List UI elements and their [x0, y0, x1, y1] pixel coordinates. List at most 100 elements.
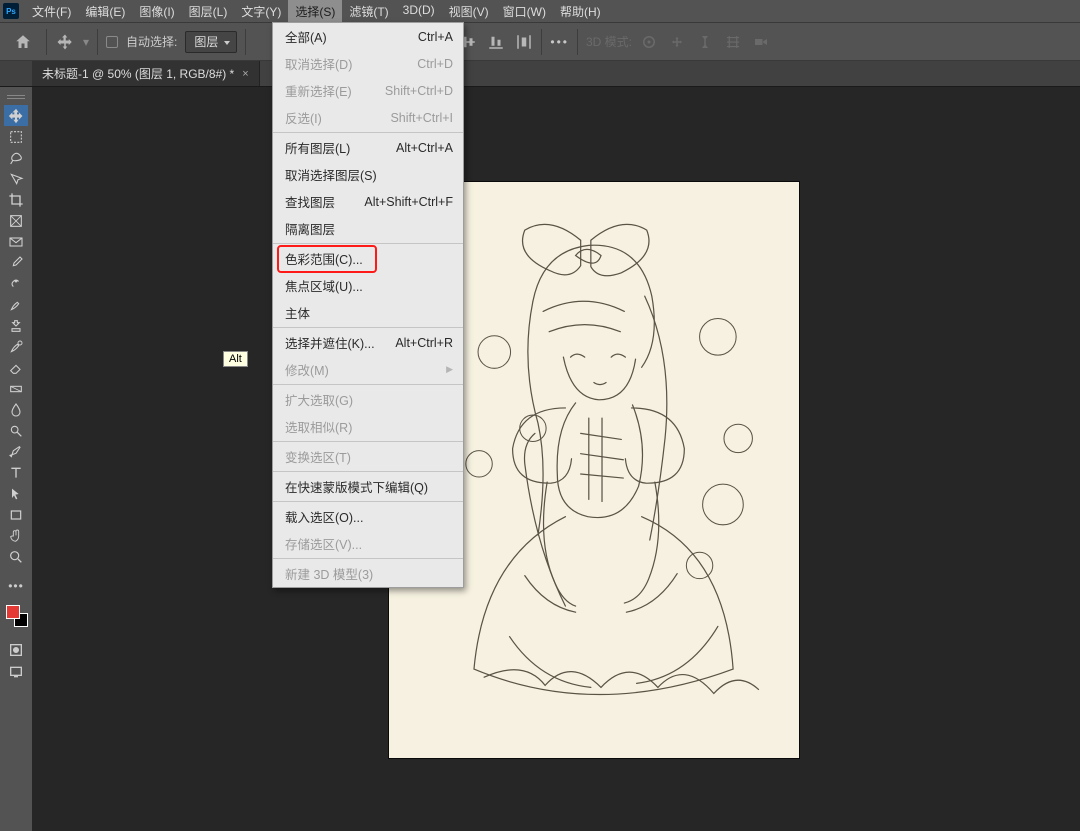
- menu-item-label: 焦点区域(U)...: [285, 276, 363, 295]
- menu-item: 修改(M): [273, 356, 463, 383]
- toolbox-drag-handle[interactable]: [5, 93, 27, 101]
- menu-item[interactable]: 隔离图层: [273, 215, 463, 242]
- divider: [97, 29, 98, 55]
- orbit-icon[interactable]: [640, 33, 658, 51]
- menubar-item[interactable]: 图像(I): [132, 0, 181, 23]
- menu-separator: [273, 243, 463, 244]
- menu-item-label: 修改(M): [285, 360, 329, 379]
- menubar-item[interactable]: 编辑(E): [78, 0, 132, 23]
- menu-item-label: 取消选择图层(S): [285, 165, 377, 184]
- tool-clone[interactable]: [4, 315, 28, 336]
- pan-icon[interactable]: [668, 33, 686, 51]
- menu-separator: [273, 558, 463, 559]
- menu-item[interactable]: 所有图层(L)Alt+Ctrl+A: [273, 134, 463, 161]
- menu-item-shortcut: Shift+Ctrl+I: [378, 111, 453, 125]
- menu-item-label: 隔离图层: [285, 219, 335, 238]
- screen-mode-toggle[interactable]: [4, 661, 28, 682]
- menu-item-label: 主体: [285, 303, 310, 322]
- menu-item-label: 取消选择(D): [285, 54, 352, 73]
- distribute-icon[interactable]: [515, 33, 533, 51]
- menu-item-shortcut: Shift+Ctrl+D: [373, 84, 453, 98]
- menu-separator: [273, 327, 463, 328]
- color-swatches[interactable]: [4, 603, 28, 627]
- tool-envelope[interactable]: [4, 231, 28, 252]
- menu-item[interactable]: 主体: [273, 299, 463, 326]
- tool-type[interactable]: [4, 462, 28, 483]
- foreground-color-swatch[interactable]: [6, 605, 20, 619]
- dolly-icon[interactable]: [696, 33, 714, 51]
- tool-dodge[interactable]: [4, 420, 28, 441]
- auto-select-checkbox[interactable]: [106, 36, 118, 48]
- tool-preset-icon[interactable]: [55, 32, 75, 52]
- menubar-item[interactable]: 文件(F): [25, 0, 78, 23]
- menubar-item[interactable]: 图层(L): [182, 0, 235, 23]
- menubar-item[interactable]: 文字(Y): [234, 0, 288, 23]
- menu-item[interactable]: 取消选择图层(S): [273, 161, 463, 188]
- menubar-item[interactable]: 滤镜(T): [342, 0, 395, 23]
- divider: [245, 29, 246, 55]
- tool-quick-select[interactable]: [4, 168, 28, 189]
- tool-eraser[interactable]: [4, 357, 28, 378]
- camera-icon[interactable]: [752, 33, 770, 51]
- canvas-area[interactable]: [32, 87, 1080, 831]
- menubar-item[interactable]: 帮助(H): [553, 0, 608, 23]
- menubar-item[interactable]: 窗口(W): [496, 0, 553, 23]
- tool-lasso[interactable]: [4, 147, 28, 168]
- tool-hand[interactable]: [4, 525, 28, 546]
- tool-marquee[interactable]: [4, 126, 28, 147]
- options-bar: ▾ 自动选择: 图层 ••• 3D 模式:: [0, 22, 1080, 61]
- tool-pen[interactable]: [4, 441, 28, 462]
- close-tab-icon[interactable]: ×: [242, 68, 248, 80]
- divider: [541, 29, 542, 55]
- menu-separator: [273, 501, 463, 502]
- menubar-item[interactable]: 选择(S): [288, 0, 342, 23]
- quick-mask-toggle[interactable]: [4, 639, 28, 660]
- menu-item[interactable]: 在快速蒙版模式下编辑(Q): [273, 473, 463, 500]
- menu-item[interactable]: 焦点区域(U)...: [273, 272, 463, 299]
- menu-item[interactable]: 选择并遮住(K)... Alt+Ctrl+R: [273, 329, 463, 356]
- tool-crop[interactable]: [4, 189, 28, 210]
- tool-frame[interactable]: [4, 210, 28, 231]
- mesh-icon[interactable]: [724, 33, 742, 51]
- menubar-item[interactable]: 视图(V): [442, 0, 496, 23]
- menu-item: 扩大选取(G): [273, 386, 463, 413]
- home-button[interactable]: [8, 29, 38, 55]
- menu-separator: [273, 471, 463, 472]
- three-d-icons: [640, 33, 770, 51]
- auto-select-label: 自动选择:: [126, 33, 177, 50]
- document-title: 未标题-1 @ 50% (图层 1, RGB/8#) *: [42, 65, 234, 82]
- menu-item-label: 选择并遮住(K)...: [285, 333, 375, 352]
- align-bottom-icon[interactable]: [487, 33, 505, 51]
- menu-item-label: 扩大选取(G): [285, 390, 353, 409]
- tool-spot-heal[interactable]: [4, 273, 28, 294]
- menu-item-label: 变换选区(T): [285, 447, 351, 466]
- menu-item-shortcut: Alt+Ctrl+R: [383, 336, 453, 350]
- menu-item: 存储选区(V)...: [273, 530, 463, 557]
- menu-item: 取消选择(D) Ctrl+D: [273, 50, 463, 77]
- menu-item-shortcut: Ctrl+D: [405, 57, 453, 71]
- tool-zoom[interactable]: [4, 546, 28, 567]
- divider: [577, 29, 578, 55]
- document-tab[interactable]: 未标题-1 @ 50% (图层 1, RGB/8#) * ×: [32, 61, 260, 86]
- menu-item: 重新选择(E)Shift+Ctrl+D: [273, 77, 463, 104]
- menu-item[interactable]: 色彩范围(C)...: [273, 245, 463, 272]
- alt-key-tooltip: Alt: [223, 351, 248, 367]
- menu-item[interactable]: 载入选区(O)...: [273, 503, 463, 530]
- tool-path-select[interactable]: [4, 483, 28, 504]
- tool-brush[interactable]: [4, 294, 28, 315]
- menu-item-shortcut: Alt+Ctrl+A: [384, 141, 453, 155]
- auto-select-target-dropdown[interactable]: 图层: [185, 31, 237, 53]
- tool-move[interactable]: [4, 105, 28, 126]
- menubar-item[interactable]: 3D(D): [396, 0, 442, 23]
- tool-eyedropper[interactable]: [4, 252, 28, 273]
- three-d-mode-label: 3D 模式:: [586, 33, 632, 50]
- menu-item[interactable]: 查找图层Alt+Shift+Ctrl+F: [273, 188, 463, 215]
- tool-gradient[interactable]: [4, 378, 28, 399]
- tool-rectangle[interactable]: [4, 504, 28, 525]
- more-options-icon[interactable]: •••: [550, 35, 569, 49]
- edit-toolbar-icon[interactable]: •••: [4, 575, 28, 596]
- select-menu: 全部(A)Ctrl+A 取消选择(D) Ctrl+D 重新选择(E)Shift+Ctr…: [272, 22, 464, 588]
- tool-blur[interactable]: [4, 399, 28, 420]
- menu-item[interactable]: 全部(A)Ctrl+A: [273, 23, 463, 50]
- tool-history-brush[interactable]: [4, 336, 28, 357]
